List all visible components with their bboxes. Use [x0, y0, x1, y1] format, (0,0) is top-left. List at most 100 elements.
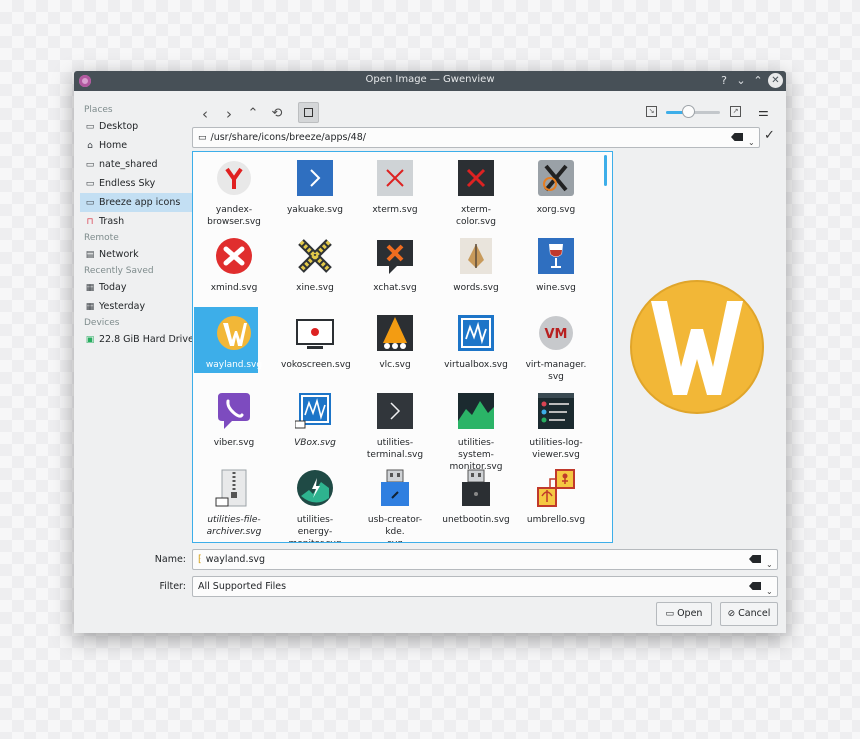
desktop-icon: ▭	[85, 122, 95, 132]
viber-icon	[214, 391, 254, 431]
places-item[interactable]: ▭ Endless Sky	[80, 174, 192, 193]
file-item[interactable]: yakuake.svg	[279, 158, 351, 216]
home-icon: ⌂	[87, 141, 93, 151]
chevron-down-icon[interactable]: ⌄	[748, 133, 755, 152]
file-item[interactable]: VBox.svg	[279, 391, 351, 449]
title-bar[interactable]: Open Image — Gwenview ? ⌄ ⌃ ✕	[74, 71, 786, 91]
file-item[interactable]: wayland.svg	[194, 307, 270, 373]
usb-creator-icon	[375, 468, 415, 508]
file-grid[interactable]: yandex- browser.svg yakuake.svg xterm.svg x…	[192, 151, 613, 543]
places-item[interactable]: ▦ Yesterday	[80, 297, 192, 316]
filter-field[interactable]: All Supported Files ⌄	[192, 576, 778, 597]
cancel-button[interactable]: ⊘ Cancel	[720, 602, 778, 626]
virt-manager-icon: VM	[536, 313, 576, 353]
file-item-label: viber.svg	[213, 438, 255, 448]
places-item[interactable]: ▣ 22.8 GiB Hard Drive	[80, 330, 194, 349]
file-item-label: utilities-energy- monitor.svg	[289, 515, 342, 542]
minimize-button[interactable]: ⌄	[734, 73, 748, 89]
terminal-icon	[375, 391, 415, 431]
file-item[interactable]: viber.svg	[198, 391, 270, 449]
file-item[interactable]: VM virt-manager. svg	[520, 313, 592, 383]
file-item[interactable]: utilities-system- monitor.svg	[440, 391, 512, 473]
forward-button[interactable]: ›	[220, 103, 238, 125]
cancel-button-label: Cancel	[738, 608, 771, 619]
file-archiver-icon	[214, 468, 254, 508]
file-item[interactable]: unetbootin.svg	[440, 468, 512, 526]
virtualbox-icon	[456, 313, 496, 353]
file-item[interactable]: vlc.svg	[359, 313, 431, 371]
file-item-label: xterm-color.svg	[456, 205, 496, 227]
places-item[interactable]: ▭ Breeze app icons	[80, 193, 192, 212]
umbrello-icon	[536, 468, 576, 508]
reload-button[interactable]: ⟲	[268, 103, 286, 125]
file-item-label: VBox.svg	[294, 438, 336, 448]
folder-icon: ▭	[198, 133, 207, 143]
options-icon[interactable]: ⚌	[758, 105, 769, 119]
file-item[interactable]: utilities-energy- monitor.svg	[279, 468, 351, 542]
maximize-button[interactable]: ⌃	[751, 73, 765, 89]
places-item[interactable]: ▦ Today	[80, 278, 192, 297]
close-button[interactable]: ✕	[768, 73, 783, 88]
calendar-icon: ▦	[85, 302, 95, 312]
file-item[interactable]: utilities- terminal.svg	[359, 391, 431, 461]
file-item-label: utilities-file- archiver.svg	[206, 515, 262, 537]
zoom-out-icon[interactable]: ↘	[646, 106, 657, 117]
places-item-label: Home	[99, 140, 128, 151]
log-viewer-icon	[536, 391, 576, 431]
xorg-icon	[536, 158, 576, 198]
file-item[interactable]: xmind.svg	[198, 236, 270, 294]
places-item-label: Yesterday	[99, 301, 146, 312]
file-item[interactable]: utilities-log- viewer.svg	[520, 391, 592, 461]
places-item[interactable]: ▭ nate_shared	[80, 155, 192, 174]
file-item-label: virtualbox.svg	[444, 360, 508, 370]
file-item-label: wine.svg	[536, 283, 576, 293]
up-button[interactable]: ⌃	[244, 103, 262, 125]
places-item-label: Breeze app icons	[99, 197, 181, 208]
file-item[interactable]: wine.svg	[520, 236, 592, 294]
system-monitor-icon	[456, 391, 496, 431]
file-item[interactable]: utilities-file- archiver.svg	[198, 468, 270, 538]
words-icon	[456, 236, 496, 276]
file-item[interactable]: usb-creator-kde. svg	[359, 468, 431, 542]
clear-name-icon[interactable]	[749, 555, 761, 563]
folder-open-icon: ▭	[665, 609, 675, 619]
places-item[interactable]: ⊓ Trash	[80, 212, 192, 231]
clear-filter-icon[interactable]	[749, 582, 761, 590]
trash-icon: ⊓	[86, 217, 94, 227]
file-item-label: vlc.svg	[379, 360, 411, 370]
open-button[interactable]: ▭ Open	[656, 602, 712, 626]
file-item[interactable]: xchat.svg	[359, 236, 431, 294]
clear-location-icon[interactable]	[731, 133, 743, 141]
folder-icon: ▭	[85, 179, 95, 189]
file-item[interactable]: umbrello.svg	[520, 468, 592, 526]
accept-location-icon[interactable]: ✓	[764, 128, 775, 143]
file-item[interactable]: virtualbox.svg	[440, 313, 512, 371]
file-item[interactable]: xine.svg	[279, 236, 351, 294]
name-history-chevron-icon[interactable]: ⌄	[766, 555, 773, 574]
file-item[interactable]: yandex- browser.svg	[198, 158, 270, 228]
filter-chevron-icon[interactable]: ⌄	[766, 582, 773, 601]
file-item[interactable]: words.svg	[440, 236, 512, 294]
file-grid-scrollbar[interactable]	[604, 155, 607, 186]
places-item[interactable]: ⌂ Home	[80, 136, 192, 155]
file-item[interactable]: xterm-color.svg	[440, 158, 512, 228]
back-button[interactable]: ‹	[196, 103, 214, 125]
hard-drive-icon: ▣	[85, 335, 95, 345]
file-item-label: yandex- browser.svg	[207, 205, 261, 227]
file-item[interactable]: vokoscreen.svg	[279, 313, 351, 371]
filter-value: All Supported Files	[198, 581, 287, 592]
places-item-label: Trash	[99, 216, 125, 227]
file-item-label: words.svg	[453, 283, 499, 293]
file-item[interactable]: xterm.svg	[359, 158, 431, 216]
location-bar[interactable]: ▭/usr/share/icons/breeze/apps/48/ ⌄	[192, 127, 760, 148]
zoom-slider-handle[interactable]	[682, 105, 695, 118]
svg-text:VM: VM	[545, 327, 568, 342]
preview-toggle-button[interactable]	[298, 102, 319, 123]
places-item[interactable]: ▭ Desktop	[80, 117, 192, 136]
places-item[interactable]: ▤ Network	[80, 245, 192, 264]
name-field[interactable]: ⁅ wayland.svg ⌄	[192, 549, 778, 570]
energy-monitor-icon	[295, 468, 335, 508]
help-button[interactable]: ?	[717, 73, 731, 89]
zoom-in-icon[interactable]: ↗	[730, 106, 741, 117]
file-item[interactable]: xorg.svg	[520, 158, 592, 216]
